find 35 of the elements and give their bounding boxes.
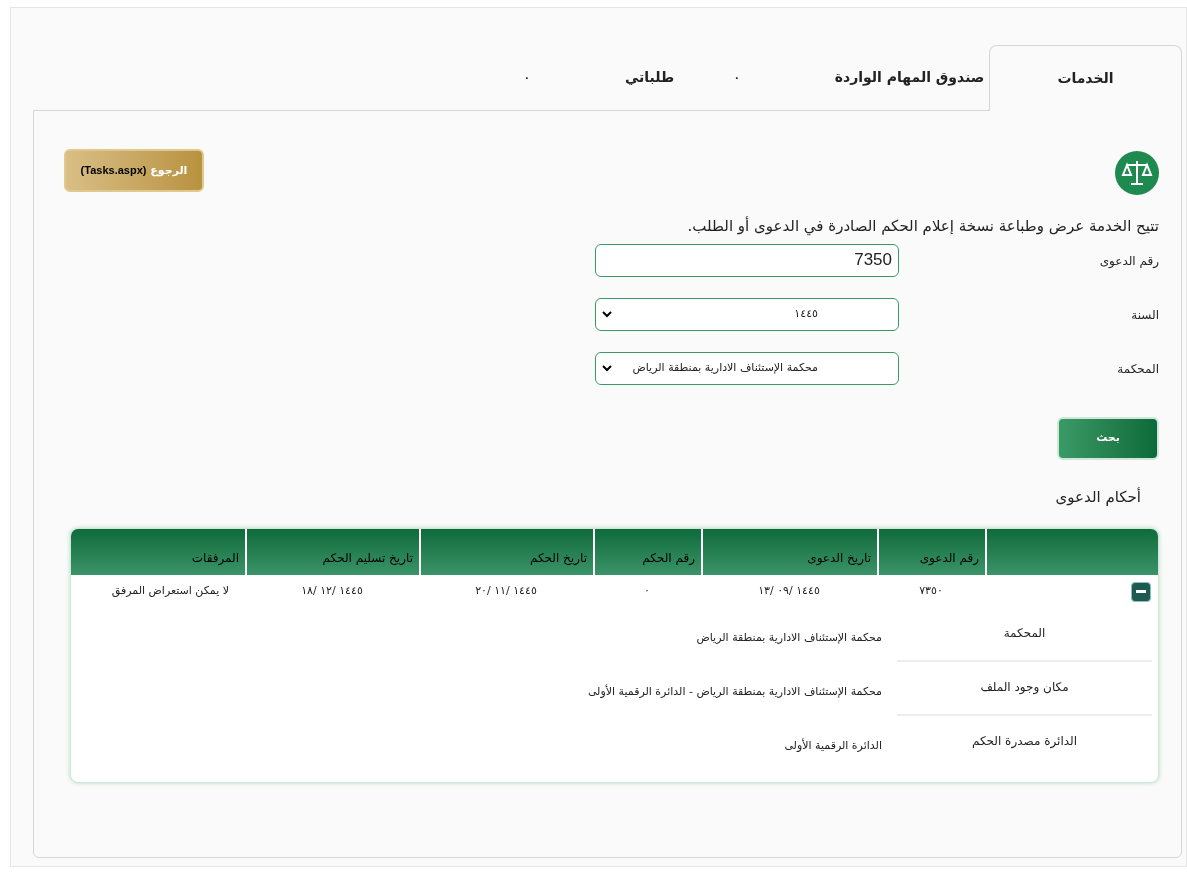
- section-title: أحكام الدعوى: [1054, 486, 1141, 508]
- chevron-down-icon: [602, 310, 612, 318]
- field-label: رقم الدعوى: [1098, 252, 1159, 270]
- input-field[interactable]: 7350: [595, 243, 899, 277]
- select-field[interactable]: محكمة الإستئناف الادارية بمنطقة الرياض: [595, 351, 899, 385]
- field-label: السنة: [1130, 306, 1159, 324]
- tab[interactable]: صندوق المهام الواردة ٠: [729, 44, 989, 110]
- tab[interactable]: الخدمات: [989, 45, 1182, 111]
- table-cell-text: ٧٣٥٠: [918, 583, 944, 600]
- table-header-cell: تاريخ الدعوى: [701, 529, 877, 575]
- table-cell-text: لا يمكن استعراض المرفق: [110, 583, 230, 600]
- chevron-down-icon: [602, 364, 612, 372]
- table-header-cell: تاريخ تسليم الحكم: [245, 529, 419, 575]
- table-cell-text: ١٤٤٥ /٠٩ /١٣: [757, 583, 821, 600]
- table-header-cell-text: المرفقات: [190, 550, 240, 568]
- table-cell-text: ١٤٤٥ /١١ /٢٠: [474, 583, 538, 600]
- detail-value: محكمة الإستئناف الادارية بمنطقة الرياض: [696, 630, 883, 646]
- field-label: المحكمة: [1116, 360, 1159, 378]
- table-header-cell: رقم الحكم: [593, 529, 701, 575]
- table-header-cell: رقم الدعوى: [877, 529, 985, 575]
- select-field[interactable]: ١٤٤٥: [595, 297, 899, 331]
- detail-label: المحكمة: [897, 608, 1152, 662]
- scales-icon: [1115, 151, 1159, 195]
- collapse-button[interactable]: [1131, 581, 1151, 602]
- detail-label: الدائرة مصدرة الحكم: [970, 733, 1079, 751]
- detail-label: مكان وجود الملف: [897, 662, 1152, 716]
- tab[interactable]: طلباتي ٠: [469, 44, 729, 110]
- table-cell-text: ١٤٤٥ /١٢ /١٨: [300, 583, 364, 600]
- table-header-cell: تاريخ الحكم: [419, 529, 593, 575]
- detail-value: محكمة الإستئناف الادارية بمنطقة الرياض - الدائرة الرقمية الأولى: [587, 683, 883, 700]
- minus-icon: [1136, 589, 1146, 594]
- search-button[interactable]: بحث: [1057, 416, 1159, 460]
- detail-value: الدائرة الرقمية الأولى: [784, 737, 883, 754]
- table-cell-text: ٠: [643, 583, 651, 600]
- description: تتيح الخدمة عرض وطباعة نسخة إعلام الحكم الصادرة في الدعوى أو الطلب.: [686, 215, 1159, 238]
